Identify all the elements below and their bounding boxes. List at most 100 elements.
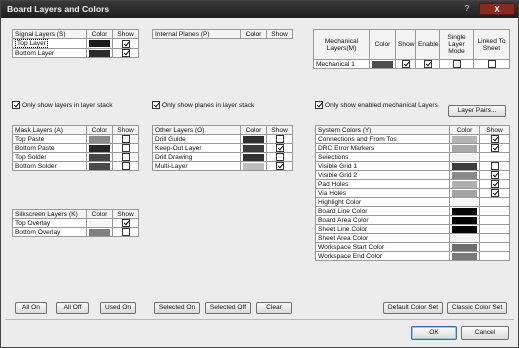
color-swatch[interactable] xyxy=(89,135,110,143)
mask-row[interactable]: Top Solder xyxy=(12,152,139,162)
mask-row[interactable]: Bottom Solder xyxy=(12,161,139,171)
show-checkbox[interactable] xyxy=(275,153,284,161)
other-row[interactable]: Drill Drawing xyxy=(152,152,293,162)
layer-pairs-button[interactable]: Layer Pairs... xyxy=(448,105,506,117)
only-show-planes-option[interactable]: Only show planes in layer stack xyxy=(152,101,254,109)
show-checkbox[interactable] xyxy=(490,171,499,179)
color-swatch[interactable] xyxy=(243,153,264,161)
system-row[interactable]: Visible Grid 1 xyxy=(315,161,510,171)
silkscreen-row[interactable]: Bottom Overlay xyxy=(12,227,139,237)
color-swatch[interactable] xyxy=(452,162,477,170)
only-show-planes-checkbox[interactable] xyxy=(152,101,160,109)
color-swatch[interactable] xyxy=(452,171,477,179)
color-swatch[interactable] xyxy=(452,198,477,206)
layer-name: Top Overlay xyxy=(12,218,87,228)
system-row[interactable]: Board Area Color xyxy=(315,215,510,225)
clear-button[interactable]: Clear xyxy=(256,302,292,314)
ok-button[interactable]: OK xyxy=(411,326,457,340)
color-swatch[interactable] xyxy=(452,189,477,197)
color-swatch[interactable] xyxy=(243,144,264,152)
linked-to-sheet-checkbox[interactable] xyxy=(487,60,496,68)
show-checkbox[interactable] xyxy=(121,49,130,57)
show-checkbox[interactable] xyxy=(275,135,284,143)
show-checkbox[interactable] xyxy=(490,135,499,143)
show-checkbox[interactable] xyxy=(490,189,499,197)
mask-row[interactable]: Top Paste xyxy=(12,134,139,144)
title-bar[interactable]: Board Layers and Colors ? X xyxy=(1,1,518,18)
only-show-layers-checkbox[interactable] xyxy=(12,101,20,109)
color-swatch[interactable] xyxy=(89,162,110,170)
mask-row[interactable]: Bottom Paste xyxy=(12,143,139,153)
silkscreen-row[interactable]: Top Overlay xyxy=(12,218,139,228)
system-row[interactable]: Via Holes xyxy=(315,188,510,198)
show-checkbox[interactable] xyxy=(121,162,130,170)
show-checkbox[interactable] xyxy=(275,144,284,152)
color-swatch[interactable] xyxy=(89,228,110,236)
show-checkbox[interactable] xyxy=(121,144,130,152)
color-swatch[interactable] xyxy=(452,153,477,161)
color-swatch[interactable] xyxy=(243,135,264,143)
enable-checkbox[interactable] xyxy=(423,60,432,68)
other-row[interactable]: Keep-Out Layer xyxy=(152,143,293,153)
show-checkbox[interactable] xyxy=(490,144,499,152)
mechanical-row-1[interactable]: Mechanical 1 xyxy=(313,59,510,69)
cancel-button[interactable]: Cancel xyxy=(461,326,509,340)
color-swatch[interactable] xyxy=(89,40,110,47)
only-show-mechanical-option[interactable]: Only show enabled mechanical Layers xyxy=(315,101,438,109)
system-row[interactable]: Workspace Start Color xyxy=(315,242,510,252)
selected-off-button[interactable]: Selected Off xyxy=(205,302,251,314)
color-swatch[interactable] xyxy=(452,225,477,233)
system-row[interactable]: Workspace End Color xyxy=(315,251,510,261)
color-swatch[interactable] xyxy=(452,207,477,215)
color-swatch[interactable] xyxy=(452,216,477,224)
color-swatch[interactable] xyxy=(372,60,393,68)
all-off-button[interactable]: All Off xyxy=(56,302,89,314)
show-checkbox[interactable] xyxy=(490,180,499,188)
show-checkbox[interactable] xyxy=(121,153,130,161)
classic-color-set-button[interactable]: Classic Color Set xyxy=(447,302,507,314)
system-item-name: Selections xyxy=(315,152,450,162)
used-on-button[interactable]: Used On xyxy=(100,302,136,314)
color-swatch[interactable] xyxy=(452,252,477,260)
color-swatch[interactable] xyxy=(452,135,477,143)
color-swatch[interactable] xyxy=(452,234,477,242)
system-row[interactable]: Visible Grid 2 xyxy=(315,170,510,180)
system-row[interactable]: Pad Holes xyxy=(315,179,510,189)
dialog-window: Board Layers and Colors ? X Signal Layer… xyxy=(0,0,519,348)
color-swatch[interactable] xyxy=(452,144,477,152)
signal-row-top-layer[interactable]: Top Layer xyxy=(12,38,139,49)
show-checkbox[interactable] xyxy=(401,60,410,68)
color-swatch[interactable] xyxy=(89,153,110,161)
close-icon[interactable]: X xyxy=(479,3,515,15)
other-row[interactable]: Multi-Layer xyxy=(152,161,293,171)
single-layer-checkbox[interactable] xyxy=(452,60,461,68)
color-swatch[interactable] xyxy=(243,162,264,170)
color-swatch[interactable] xyxy=(452,180,477,188)
system-row[interactable]: Sheet Area Color xyxy=(315,233,510,243)
help-icon[interactable]: ? xyxy=(456,3,478,15)
system-row[interactable]: Highlight Color xyxy=(315,197,510,207)
system-row[interactable]: DRC Error Markers xyxy=(315,143,510,153)
color-swatch[interactable] xyxy=(89,49,110,57)
system-row[interactable]: Board Line Color xyxy=(315,206,510,216)
show-checkbox[interactable] xyxy=(121,228,130,236)
color-swatch[interactable] xyxy=(89,219,110,227)
selected-on-button[interactable]: Selected On xyxy=(154,302,200,314)
system-row[interactable]: Connections and From Tos xyxy=(315,134,510,144)
show-checkbox[interactable] xyxy=(121,39,130,48)
signal-row-bottom-layer[interactable]: Bottom Layer xyxy=(12,48,139,58)
system-row[interactable]: Sheet Line Color xyxy=(315,224,510,234)
other-row[interactable]: Drill Guide xyxy=(152,134,293,144)
color-swatch[interactable] xyxy=(89,144,110,152)
silkscreen-layers-header: Silkscreen Layers (K) xyxy=(12,209,87,219)
system-row[interactable]: Selections xyxy=(315,152,510,162)
all-on-button[interactable]: All On xyxy=(15,302,47,314)
color-swatch[interactable] xyxy=(452,243,477,251)
show-checkbox[interactable] xyxy=(121,135,130,143)
only-show-mechanical-checkbox[interactable] xyxy=(315,101,323,109)
default-color-set-button[interactable]: Default Color Set xyxy=(383,302,443,314)
show-checkbox[interactable] xyxy=(121,219,130,227)
show-checkbox[interactable] xyxy=(275,162,284,170)
only-show-layers-option[interactable]: Only show layers in layer stack xyxy=(12,101,113,109)
show-checkbox[interactable] xyxy=(490,162,499,170)
